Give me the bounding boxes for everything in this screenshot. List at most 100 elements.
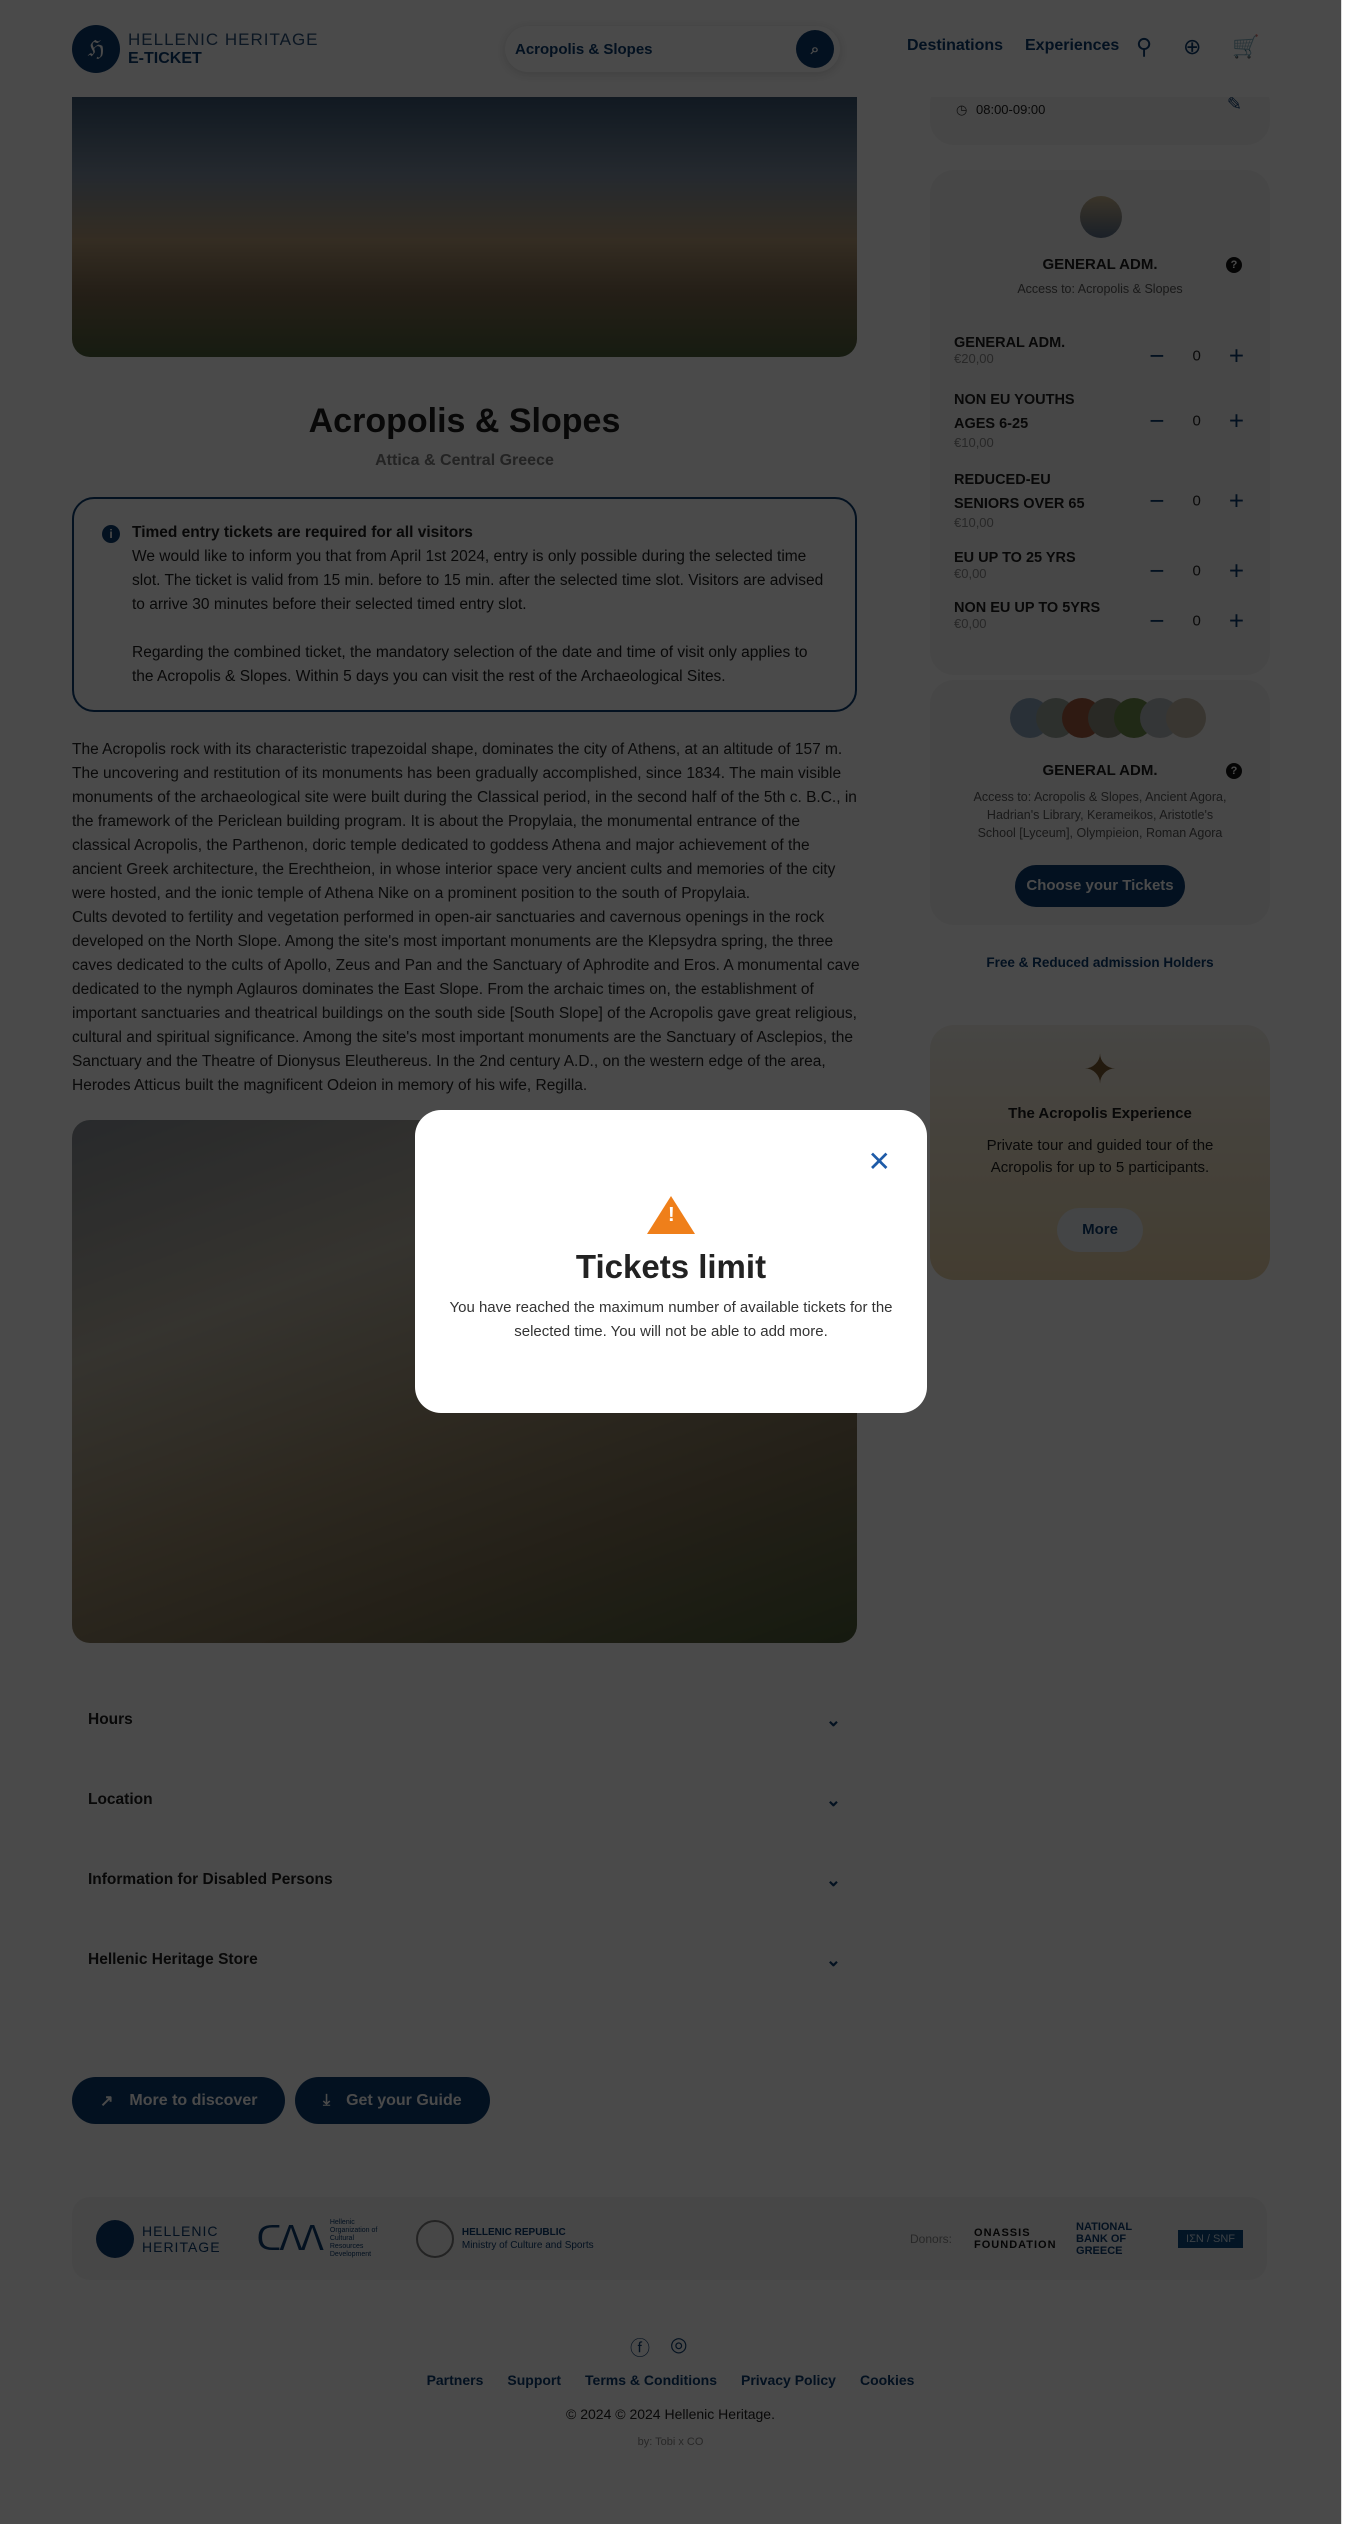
experience-text: Private tour and guided tour of the Acro… [986, 1137, 1214, 1176]
ticket-name: GENERAL ADM. [954, 335, 1066, 351]
copyright: © 2024 © 2024 Hellenic Heritage. [566, 2406, 775, 2422]
scrollbar[interactable] [1341, 0, 1354, 2524]
credit[interactable]: by: Tobi x CO [0, 2436, 1341, 2448]
logo-text: HERITAGE [142, 2238, 221, 2255]
accordion-label: Information for Disabled Persons [88, 1871, 333, 1888]
odap-logo[interactable]: ᑕᐱᐱ Hellenic Organization of Cultural Res… [257, 2219, 380, 2259]
plus-button[interactable]: + [1229, 606, 1244, 637]
ticket-name: NON EU UP TO 5YRS [954, 600, 1101, 616]
footer-link-support[interactable]: Support [507, 2372, 561, 2388]
ticket-row: REDUCED-EU SENIORS OVER 65 €10,00 − 0 + [954, 468, 1254, 534]
facebook-icon[interactable]: ⓕ [630, 2332, 650, 2361]
ticket-row: NON EU UP TO 5YRS €0,00 − 0 + [954, 600, 1254, 642]
combined-access: Access to: Acropolis & Slopes, Ancient A… [973, 790, 1227, 840]
accordion-disabled-info[interactable]: Information for Disabled Persons ⌄ [72, 1860, 857, 1900]
notice-text-1: We would like to inform you that from Ap… [132, 548, 824, 613]
time-slot: 08:00-09:00 [976, 102, 1046, 117]
accordion-store[interactable]: Hellenic Heritage Store ⌄ [72, 1940, 857, 1980]
nav-experiences[interactable]: Experiences [1025, 37, 1119, 55]
accordion-label: Location [88, 1791, 153, 1808]
ticket-price: €10,00 [954, 435, 994, 450]
modal-title: Tickets limit [575, 1248, 767, 1285]
globe-icon[interactable]: ⊕ [1183, 34, 1201, 60]
warning-icon: ! [647, 1196, 695, 1234]
description-p2: Cults devoted to fertility and vegetatio… [72, 909, 860, 1094]
ministry-logo[interactable]: HELLENIC REPUBLIC Ministry of Culture and… [415, 2219, 594, 2258]
footer-link-privacy[interactable]: Privacy Policy [741, 2372, 836, 2388]
minus-button[interactable]: − [1149, 486, 1164, 517]
modal-message: You have reached the maximum number of a… [449, 1299, 893, 1340]
site-header: ℌ HELLENIC HERITAGE E-TICKET Acropolis &… [0, 0, 1341, 97]
ticket-name: NON EU YOUTHS AGES 6-25 [954, 392, 1075, 432]
cart-icon[interactable]: 🛒 [1232, 34, 1259, 60]
info-icon: i [102, 525, 120, 543]
quantity: 0 [1192, 562, 1201, 580]
ticket-access: Access to: Acropolis & Slopes [1017, 282, 1183, 296]
description-p1: The Acropolis rock with its characterist… [72, 741, 857, 902]
choose-tickets-button[interactable]: Choose your Tickets [1015, 865, 1185, 907]
search-input[interactable]: Acropolis & Slopes ⌕ [505, 26, 840, 72]
footer-link-partners[interactable]: Partners [427, 2372, 484, 2388]
donor-snf[interactable]: ΙΣΝ / SNF [1178, 2229, 1243, 2248]
download-icon: ⤓ [323, 2091, 331, 2109]
ticket-price: €0,00 [954, 566, 987, 581]
footer-link-cookies[interactable]: Cookies [860, 2372, 914, 2388]
logo-icon[interactable]: ℌ [72, 25, 120, 73]
chevron-down-icon: ⌄ [825, 1789, 841, 1810]
ticket-row: NON EU YOUTHS AGES 6-25 €10,00 − 0 + [954, 388, 1254, 454]
social-links: ⓕ ◎ [630, 2332, 687, 2361]
accordion-location[interactable]: Location ⌄ [72, 1780, 857, 1820]
site-thumbnails [1010, 698, 1206, 738]
free-reduced-link[interactable]: Free & Reduced admission Holders [930, 955, 1270, 970]
chevron-down-icon: ⌄ [825, 1869, 841, 1890]
partners-bar: HELLENIC HERITAGE ᑕᐱᐱ Hellenic Organizatio… [72, 2197, 1267, 2280]
ticket-name: REDUCED-EU SENIORS OVER 65 [954, 472, 1085, 512]
hero-image [72, 97, 857, 357]
button-label: Get your Guide [346, 2091, 462, 2109]
accordion-label: Hellenic Heritage Store [88, 1951, 258, 1968]
quantity: 0 [1192, 347, 1201, 365]
logo-subtext[interactable]: E-TICKET [128, 50, 202, 68]
hellenic-heritage-logo[interactable]: HELLENIC HERITAGE [96, 2219, 221, 2258]
more-button[interactable]: More [1057, 1208, 1143, 1252]
instagram-icon[interactable]: ◎ [670, 2332, 687, 2361]
minus-button[interactable]: − [1149, 606, 1164, 637]
ticket-price: €20,00 [954, 351, 994, 366]
logo-text[interactable]: HELLENIC HERITAGE [128, 30, 319, 50]
quantity: 0 [1192, 492, 1201, 510]
user-icon[interactable]: ⚲ [1136, 34, 1152, 60]
quantity: 0 [1192, 412, 1201, 430]
accordion-hours[interactable]: Hours ⌄ [72, 1700, 857, 1740]
close-icon[interactable]: ✕ [868, 1145, 891, 1178]
notice-text-2: Regarding the combined ticket, the manda… [132, 644, 808, 685]
combined-title: GENERAL ADM. [1042, 762, 1158, 779]
minus-button[interactable]: − [1149, 341, 1164, 372]
ticket-price: €0,00 [954, 616, 987, 631]
plus-button[interactable]: + [1229, 406, 1244, 437]
search-button[interactable]: ⌕ [796, 30, 834, 68]
timed-entry-notice: i Timed entry tickets are required for a… [72, 497, 857, 712]
minus-button[interactable]: − [1149, 556, 1164, 587]
plus-button[interactable]: + [1229, 556, 1244, 587]
minus-button[interactable]: − [1149, 406, 1164, 437]
help-icon[interactable]: ? [1226, 763, 1242, 779]
logo-text: HELLENIC [142, 2222, 219, 2239]
search-value[interactable]: Acropolis & Slopes [515, 41, 653, 58]
search-icon: ⌕ [810, 40, 820, 58]
more-to-discover-button[interactable]: ↗ More to discover [72, 2077, 286, 2124]
donor-nbg[interactable]: NATIONAL BANK OF GREECE [1076, 2221, 1156, 2257]
ticket-title: GENERAL ADM. [1042, 256, 1158, 273]
donor-onassis[interactable]: ONASSIS FOUNDATION [974, 2227, 1056, 2251]
footer-link-terms[interactable]: Terms & Conditions [585, 2372, 717, 2388]
accordion-label: Hours [88, 1711, 133, 1728]
site-thumbnail [1080, 196, 1122, 238]
experience-title: The Acropolis Experience [1008, 1105, 1192, 1122]
nav-destinations[interactable]: Destinations [907, 37, 1003, 55]
help-icon[interactable]: ? [1226, 257, 1242, 273]
ticket-card: GENERAL ADM. ? Access to: Acropolis & Sl… [930, 170, 1270, 675]
plus-button[interactable]: + [1229, 341, 1244, 372]
edit-icon[interactable]: ✎ [1227, 94, 1242, 115]
get-guide-button[interactable]: ⤓ Get your Guide [295, 2077, 490, 2124]
experience-card: ✦ The Acropolis Experience Private tour … [930, 1025, 1270, 1280]
plus-button[interactable]: + [1229, 486, 1244, 517]
